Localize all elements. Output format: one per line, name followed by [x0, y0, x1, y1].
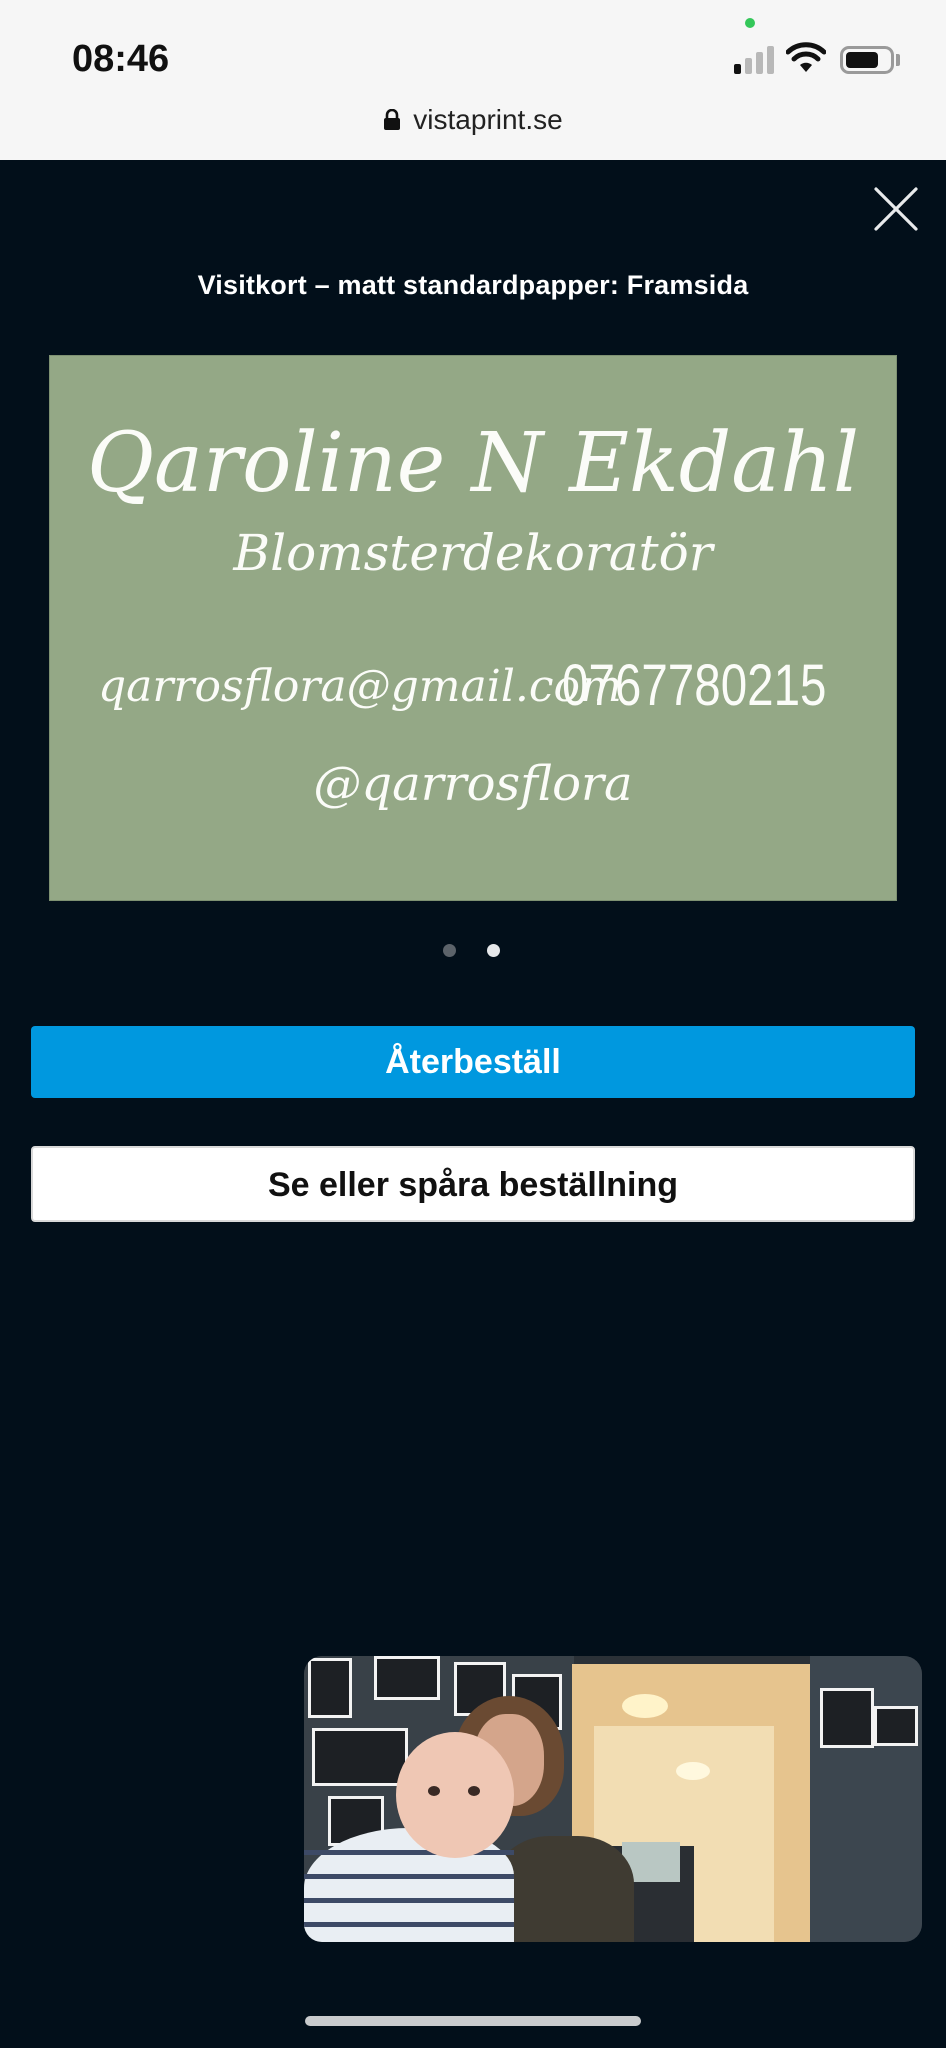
carousel-pagination	[443, 944, 503, 958]
home-indicator[interactable]	[305, 2016, 641, 2026]
card-view-title: Visitkort – matt standardpapper: Framsid…	[197, 270, 749, 300]
carousel-dot-1[interactable]	[443, 944, 456, 957]
battery-level-fill	[846, 52, 879, 68]
camera-indicator-dot	[745, 18, 755, 28]
browser-top-bar: 08:46 vistaprint.se	[0, 0, 946, 160]
pip-video-thumbnail[interactable]	[304, 1656, 922, 1942]
wifi-icon	[786, 42, 826, 72]
photo-frame	[308, 1658, 352, 1718]
card-phone: 0767780215	[562, 653, 827, 718]
status-time: 08:46	[72, 38, 170, 80]
url-text: vistaprint.se	[413, 104, 563, 135]
carousel-dot-2-active[interactable]	[487, 944, 500, 957]
address-bar[interactable]: vistaprint.se	[0, 104, 946, 136]
ceiling-lamp	[622, 1694, 668, 1718]
lock-icon	[384, 109, 401, 130]
card-email: qarrosflora@gmail.com	[98, 661, 622, 712]
reorder-button[interactable]: Återbeställ	[31, 1026, 915, 1098]
track-order-button[interactable]: Se eller spåra beställning	[31, 1146, 915, 1222]
card-name: Qaroline N Ekdahl	[86, 416, 860, 511]
cellular-signal-icon	[734, 46, 776, 74]
photo-frame	[374, 1656, 440, 1700]
close-icon[interactable]	[872, 185, 920, 233]
battery-icon	[840, 46, 894, 74]
card-social-handle: @qarrosflora	[313, 756, 633, 812]
battery-tip	[896, 54, 900, 66]
ceiling-lamp	[676, 1762, 710, 1780]
photo-frame	[874, 1706, 918, 1746]
photo-frame	[312, 1728, 408, 1786]
card-role: Blomsterdekoratör	[233, 524, 713, 582]
photo-frame	[820, 1688, 874, 1748]
business-card-preview[interactable]: Qaroline N Ekdahl Blomsterdekoratör qarr…	[49, 355, 897, 901]
